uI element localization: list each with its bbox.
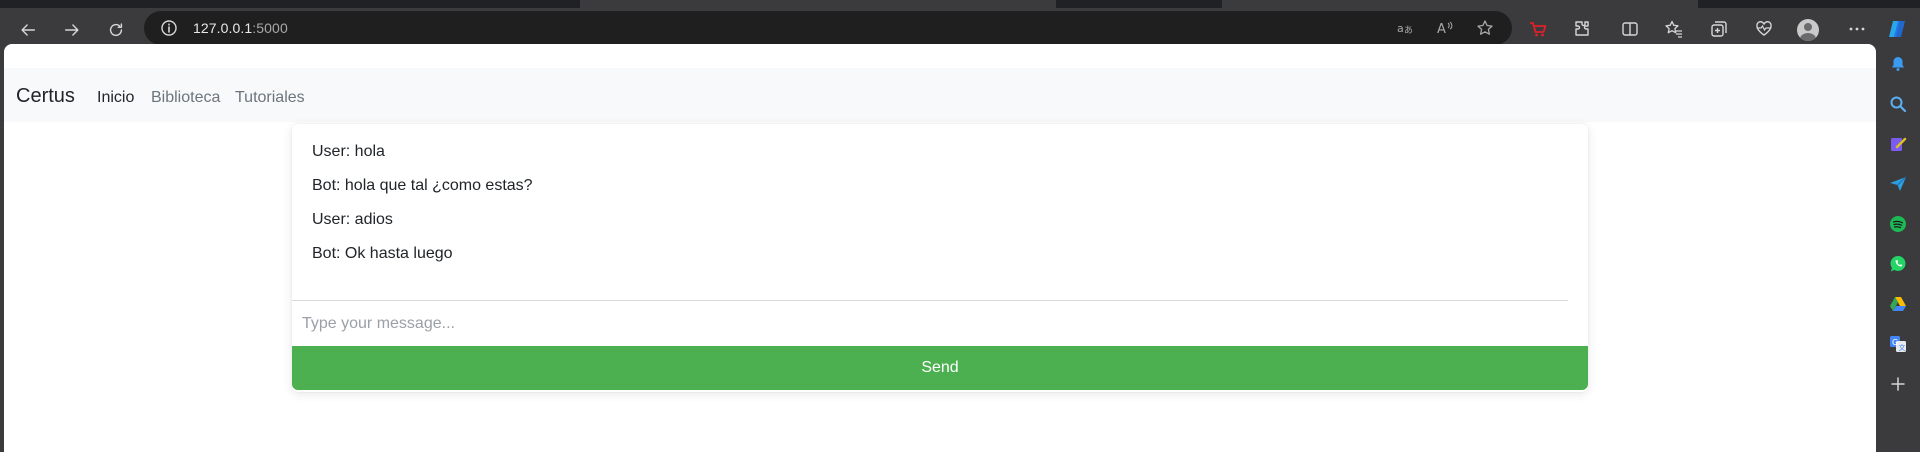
chat-message: Bot: Ok hasta luego (312, 245, 453, 262)
arrow-right-icon (64, 24, 79, 36)
forward-button[interactable] (58, 16, 86, 44)
copilot-icon (1889, 21, 1905, 37)
tab[interactable] (1222, 0, 1698, 8)
chat-message: Bot: hola que tal ¿como estas? (312, 177, 533, 194)
plus-icon (1891, 377, 1905, 391)
more-icon (1849, 27, 1865, 31)
nav-link-inicio[interactable]: Inicio (97, 89, 134, 107)
translate-button[interactable]: aあ (1396, 19, 1414, 37)
sidebar-tools[interactable] (1888, 134, 1908, 154)
puzzle-icon (1575, 21, 1589, 36)
favorites-icon (1665, 20, 1682, 38)
extension-cart-button[interactable] (1527, 18, 1549, 40)
svg-text:G: G (1892, 338, 1898, 347)
chat-message: User: hola (312, 143, 385, 160)
url-port: :5000 (252, 20, 288, 36)
copilot-button[interactable] (1886, 18, 1908, 40)
refresh-icon (109, 23, 123, 37)
browser-window: 127.0.0.1:5000 aあ A G 文 Certus Inicio Bi… (0, 0, 1920, 452)
performance-button[interactable] (1753, 18, 1775, 40)
svg-text:a: a (1397, 22, 1404, 35)
whatsapp-icon (1890, 256, 1906, 272)
translate-icon: G文 (1890, 336, 1906, 352)
svg-text:A: A (1437, 22, 1446, 37)
svg-text:あ: あ (1404, 25, 1413, 36)
back-button[interactable] (14, 16, 42, 44)
read-aloud-icon: A (1437, 21, 1453, 37)
chat-container: User: hola Bot: hola que tal ¿como estas… (292, 124, 1588, 392)
chat-messages: User: hola Bot: hola que tal ¿como estas… (292, 124, 1588, 300)
reload-button[interactable] (102, 16, 130, 44)
sidebar-drive[interactable] (1888, 294, 1908, 314)
translate-icon: aあ (1397, 22, 1413, 36)
sidebar-notifications[interactable] (1888, 54, 1908, 74)
sidebar-translate[interactable]: G文 (1888, 334, 1908, 354)
sidebar-whatsapp[interactable] (1888, 254, 1908, 274)
arrow-left-icon (21, 24, 36, 36)
spotify-icon (1890, 216, 1906, 232)
split-screen-button[interactable] (1619, 18, 1641, 40)
send-icon (1890, 176, 1907, 191)
tab-strip (0, 0, 1920, 8)
drive-icon (1890, 297, 1906, 311)
tools-icon (1891, 137, 1907, 151)
svg-text:文: 文 (1899, 343, 1906, 352)
url-text[interactable]: 127.0.0.1:5000 (193, 20, 288, 36)
read-aloud-button[interactable]: A (1436, 19, 1454, 37)
browser-sidebar: G文 (1876, 44, 1920, 452)
split-screen-icon (1622, 22, 1638, 36)
url-host: 127.0.0.1 (193, 20, 253, 36)
sidebar-spotify[interactable] (1888, 214, 1908, 234)
site-navbar: Certus Inicio Biblioteca Tutoriales (4, 68, 1876, 122)
star-icon (1477, 20, 1493, 35)
sidebar-search[interactable] (1888, 94, 1908, 114)
search-icon (1890, 96, 1907, 113)
sidebar-send[interactable] (1888, 174, 1908, 194)
bell-icon (1892, 57, 1904, 71)
sidebar-add[interactable] (1888, 374, 1908, 394)
tab[interactable] (580, 0, 1056, 8)
message-input[interactable] (292, 301, 1588, 346)
brand-logo[interactable]: Certus (16, 85, 75, 108)
collections-button[interactable] (1708, 18, 1730, 40)
collections-icon (1711, 21, 1727, 37)
chat-message: User: adios (312, 211, 393, 228)
nav-link-biblioteca[interactable]: Biblioteca (151, 89, 220, 107)
favorites-button[interactable] (1663, 18, 1685, 40)
extensions-button[interactable] (1571, 18, 1593, 40)
message-input-row (292, 301, 1588, 346)
page-viewport: Certus Inicio Biblioteca Tutoriales User… (4, 44, 1876, 452)
profile-avatar[interactable] (1797, 19, 1819, 41)
cart-icon (1530, 22, 1547, 37)
favorite-button[interactable] (1476, 19, 1494, 37)
send-button[interactable]: Send (292, 346, 1588, 390)
heart-pulse-icon (1756, 21, 1772, 36)
address-bar[interactable]: 127.0.0.1:5000 aあ A (144, 11, 1512, 45)
nav-link-tutoriales[interactable]: Tutoriales (235, 89, 305, 107)
more-button[interactable] (1846, 18, 1868, 40)
info-icon[interactable] (160, 19, 178, 37)
